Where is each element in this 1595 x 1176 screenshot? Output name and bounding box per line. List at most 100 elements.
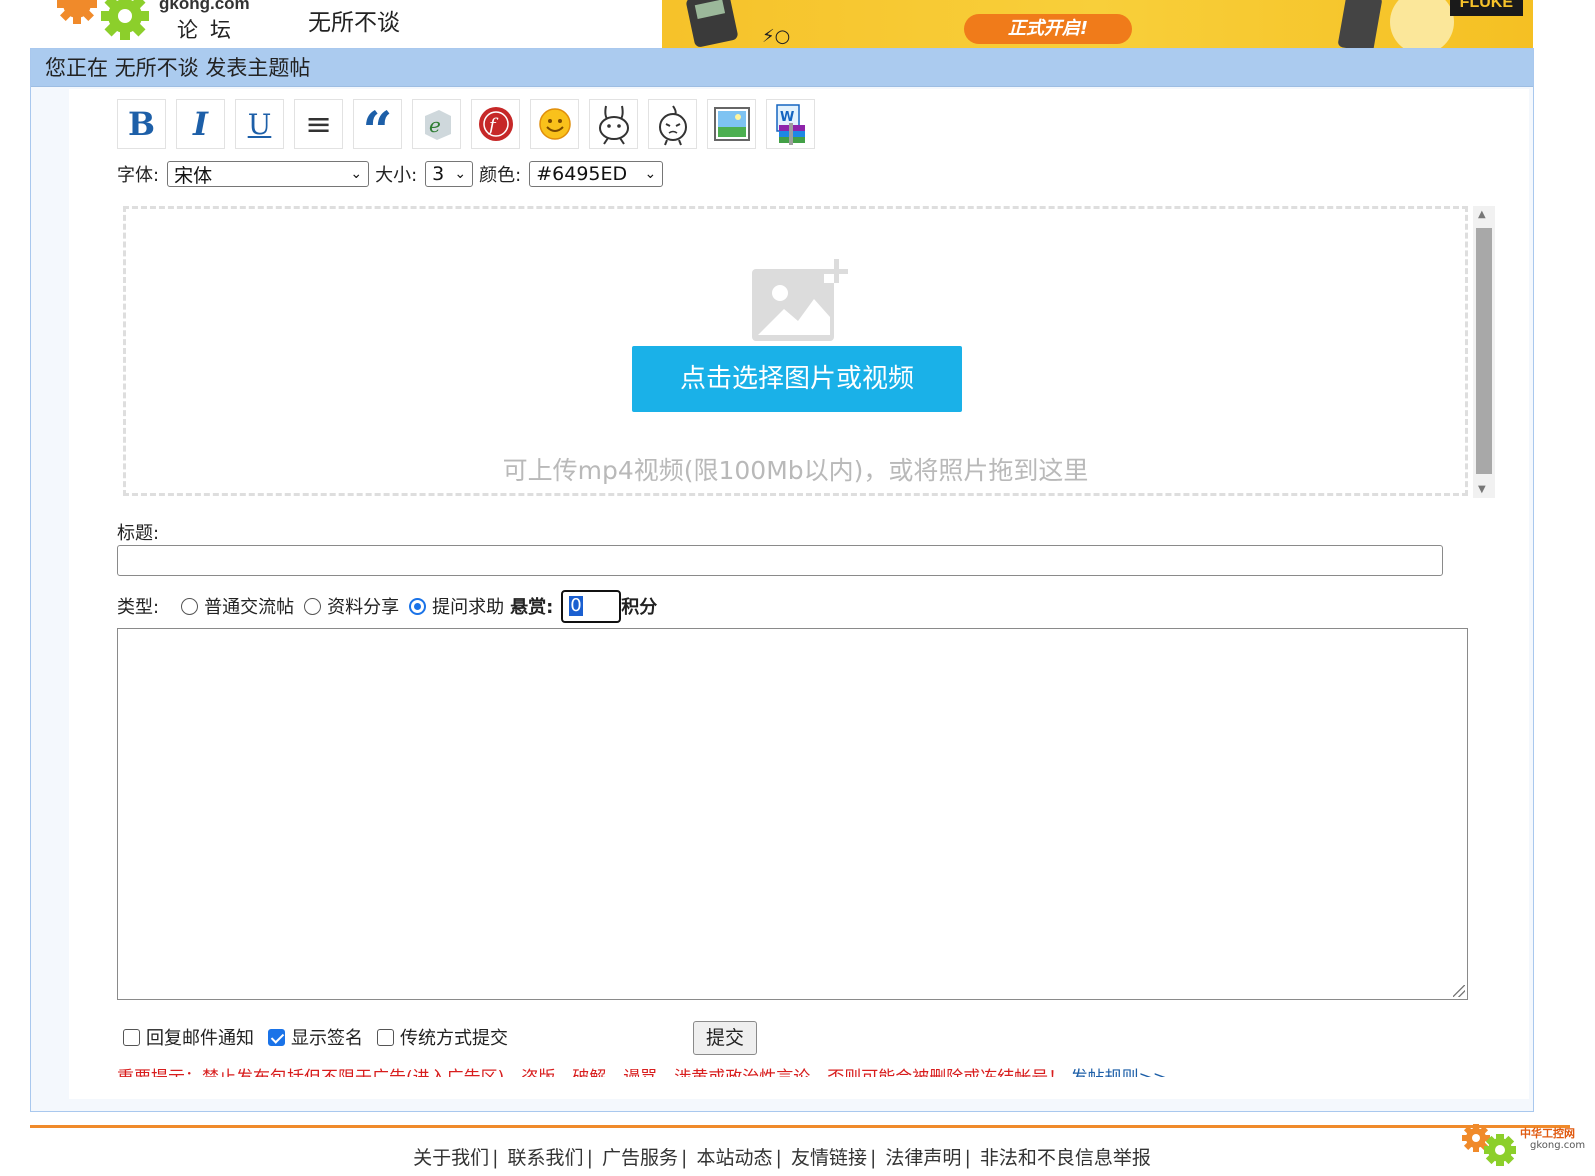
footer-link-friends[interactable]: 友情链接 xyxy=(791,1147,867,1169)
posting-rules-link[interactable]: 发帖规则>> xyxy=(1071,1068,1168,1077)
bounty-label: 悬赏: xyxy=(510,597,554,618)
bold-icon: B xyxy=(127,105,156,143)
font-family-label: 字体: xyxy=(117,165,160,186)
banner-brand: FLUKE xyxy=(1449,0,1523,16)
footer-link-legal[interactable]: 法律声明 xyxy=(885,1147,961,1169)
editor-toolbar: B I U ≡ “ e f W xyxy=(117,99,815,162)
italic-button[interactable]: I xyxy=(176,99,225,149)
quote-icon: “ xyxy=(362,101,393,162)
align-icon: ≡ xyxy=(305,105,332,143)
probe-icon: ⚡○ xyxy=(762,26,791,47)
font-family-value: 宋体 xyxy=(174,164,213,187)
footer-separator: | xyxy=(869,1147,877,1169)
footer-logo-en: gkong.com xyxy=(1530,1140,1586,1151)
title-input[interactable] xyxy=(117,545,1443,576)
smiley-icon xyxy=(538,108,571,140)
banner-cta[interactable]: 正式开启! xyxy=(964,14,1132,44)
font-color-label: 颜色: xyxy=(479,165,522,186)
emoji-button[interactable] xyxy=(530,99,579,149)
flash-icon: f xyxy=(478,107,513,141)
font-color-value: #6495ED xyxy=(536,163,628,185)
footer-link-report[interactable]: 非法和不良信息举报 xyxy=(980,1147,1151,1169)
svg-text:W: W xyxy=(780,110,794,125)
reply-email-label[interactable]: 回复邮件通知 xyxy=(146,1024,254,1050)
reply-email-checkbox[interactable] xyxy=(123,1028,140,1046)
font-color-select[interactable]: #6495ED ⌄ xyxy=(529,161,664,187)
onion-head-icon xyxy=(658,105,687,146)
post-type-label: 类型: xyxy=(117,597,160,618)
ad-banner[interactable]: ⚡○ 正式开启! FLUKE xyxy=(662,0,1533,48)
resize-grip-icon[interactable] xyxy=(1453,985,1465,997)
multimeter-image xyxy=(685,0,739,48)
footer-link-contact[interactable]: 联系我们 xyxy=(508,1147,584,1169)
onion-emoji-button[interactable] xyxy=(648,99,697,149)
footer-link-about[interactable]: 关于我们 xyxy=(413,1147,489,1169)
quote-button[interactable]: “ xyxy=(353,99,402,162)
svg-text:e: e xyxy=(429,113,441,137)
board-name[interactable]: 无所不谈 xyxy=(308,3,400,37)
title-label: 标题: xyxy=(117,523,160,544)
footer-logo-cn: 中华工控网 xyxy=(1520,1127,1575,1140)
underline-icon: U xyxy=(247,107,272,141)
editor-area: B I U ≡ “ e f W 字体: 宋体 ⌄ 大小: 3 ⌄ 颜色: #64… xyxy=(69,89,1529,1099)
image-button[interactable] xyxy=(707,99,756,149)
footer-link-ads[interactable]: 广告服务 xyxy=(602,1147,678,1169)
show-signature-label[interactable]: 显示签名 xyxy=(291,1024,363,1050)
font-family-select[interactable]: 宋体 ⌄ xyxy=(167,161,370,187)
notice-text: 重要提示：禁止发布包括但不限于广告(进入广告区)、盗版、破解、谩骂、涉黄或政治性… xyxy=(117,1068,1065,1077)
logo-site-text: gkong.com xyxy=(159,0,250,13)
gear-logo-icon xyxy=(1462,1124,1516,1166)
type-radio-question[interactable] xyxy=(409,597,427,615)
font-size-label: 大小: xyxy=(375,165,418,186)
chevron-down-icon: ⌄ xyxy=(350,166,363,182)
flash-button[interactable]: f xyxy=(471,99,520,149)
font-settings-row: 字体: 宋体 ⌄ 大小: 3 ⌄ 颜色: #6495ED ⌄ xyxy=(117,159,664,189)
italic-icon: I xyxy=(193,105,208,143)
footer-logo[interactable]: 中华工控网 gkong.com xyxy=(1458,1118,1588,1176)
attachment-button[interactable]: W xyxy=(766,99,815,149)
underline-button[interactable]: U xyxy=(235,99,284,149)
rabbit-icon xyxy=(598,105,629,145)
bounty-input[interactable]: 0 xyxy=(561,589,622,623)
type-option-general[interactable]: 普通交流帖 xyxy=(204,593,294,619)
tester-image xyxy=(1337,0,1383,48)
chevron-down-icon: ⌄ xyxy=(644,166,657,182)
bounty-value: 0 xyxy=(569,595,583,616)
content-textarea[interactable] xyxy=(117,628,1468,1000)
type-radio-share[interactable] xyxy=(304,597,322,615)
upload-scrollbar[interactable]: ▲ ▼ xyxy=(1473,206,1495,498)
footer-links: 关于我们 | 联系我们 | 广告服务 | 本站动态 | 友情链接 | 法律声明 | 非法和不… xyxy=(0,1143,1564,1170)
panel-title: 您正在 无所不谈 发表主题帖 xyxy=(31,49,1533,87)
image-icon xyxy=(713,107,750,141)
gear-logo-icon xyxy=(57,0,149,40)
show-signature-checkbox[interactable] xyxy=(268,1028,285,1046)
submit-button[interactable]: 提交 xyxy=(693,1021,757,1055)
footer-link-news[interactable]: 本站动态 xyxy=(696,1147,772,1169)
posting-notice: 重要提示：禁止发布包括但不限于广告(进入广告区)、盗版、破解、谩骂、涉黄或政治性… xyxy=(117,1061,1477,1077)
scroll-down-icon[interactable]: ▼ xyxy=(1478,484,1486,495)
link-icon: e xyxy=(424,110,451,140)
select-media-button[interactable]: 点击选择图片或视频 xyxy=(632,346,962,412)
post-options-row: 回复邮件通知 显示签名 传统方式提交 xyxy=(117,1019,508,1055)
type-option-question[interactable]: 提问求助 xyxy=(432,593,504,619)
scrollbar-thumb[interactable] xyxy=(1476,228,1492,474)
font-size-value: 3 xyxy=(432,163,445,185)
media-drop-zone[interactable]: 点击选择图片或视频 可上传mp4视频(限100Mb以内)，或将照片拖到这里 xyxy=(123,206,1468,496)
link-button[interactable]: e xyxy=(412,99,461,149)
scroll-up-icon[interactable]: ▲ xyxy=(1478,209,1486,220)
type-radio-general[interactable] xyxy=(181,597,199,615)
font-size-select[interactable]: 3 ⌄ xyxy=(425,161,474,187)
archive-icon: W xyxy=(775,104,805,145)
type-option-share[interactable]: 资料分享 xyxy=(327,593,399,619)
site-logo[interactable]: gkong.com 论坛 xyxy=(55,0,265,44)
classic-submit-checkbox[interactable] xyxy=(377,1028,394,1046)
chevron-down-icon: ⌄ xyxy=(454,166,467,182)
banner-decoration xyxy=(1390,0,1454,48)
rabbit-emoji-button[interactable] xyxy=(589,99,638,149)
classic-submit-label[interactable]: 传统方式提交 xyxy=(400,1024,508,1050)
post-type-row: 类型: 普通交流帖 资料分享 提问求助 悬赏: 0 积分 xyxy=(117,589,657,623)
bold-button[interactable]: B xyxy=(117,99,166,149)
align-button[interactable]: ≡ xyxy=(294,99,343,149)
footer-divider xyxy=(30,1125,1570,1128)
bounty-unit: 积分 xyxy=(621,597,658,618)
